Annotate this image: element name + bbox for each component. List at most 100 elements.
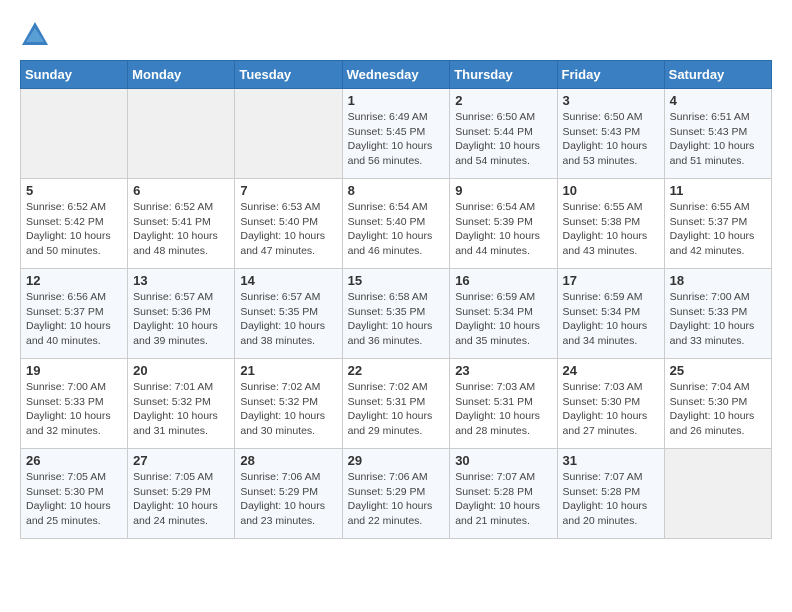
day-info: Sunrise: 7:03 AM Sunset: 5:31 PM Dayligh… — [455, 380, 551, 439]
calendar-cell: 27 Sunrise: 7:05 AM Sunset: 5:29 PM Dayli… — [128, 449, 235, 539]
day-info: Sunrise: 7:07 AM Sunset: 5:28 PM Dayligh… — [455, 470, 551, 529]
day-number: 2 — [455, 93, 551, 108]
week-row-4: 19 Sunrise: 7:00 AM Sunset: 5:33 PM Dayli… — [21, 359, 772, 449]
calendar-cell: 12 Sunrise: 6:56 AM Sunset: 5:37 PM Dayli… — [21, 269, 128, 359]
day-number: 14 — [240, 273, 336, 288]
calendar-cell: 24 Sunrise: 7:03 AM Sunset: 5:30 PM Dayli… — [557, 359, 664, 449]
week-row-2: 5 Sunrise: 6:52 AM Sunset: 5:42 PM Daylig… — [21, 179, 772, 269]
day-info: Sunrise: 6:54 AM Sunset: 5:40 PM Dayligh… — [348, 200, 445, 259]
calendar-cell: 19 Sunrise: 7:00 AM Sunset: 5:33 PM Dayli… — [21, 359, 128, 449]
day-number: 19 — [26, 363, 122, 378]
week-row-5: 26Sunrise: 7:05 AM Sunset: 5:30 PM Dayli… — [21, 449, 772, 539]
day-info: Sunrise: 7:00 AM Sunset: 5:33 PM Dayligh… — [26, 380, 122, 439]
day-info: Sunrise: 6:51 AM Sunset: 5:43 PM Dayligh… — [670, 110, 766, 169]
calendar-cell: 10 Sunrise: 6:55 AM Sunset: 5:38 PM Dayli… — [557, 179, 664, 269]
calendar-cell: 26Sunrise: 7:05 AM Sunset: 5:30 PM Dayli… — [21, 449, 128, 539]
calendar-cell: 6 Sunrise: 6:52 AM Sunset: 5:41 PM Daylig… — [128, 179, 235, 269]
day-info: Sunrise: 6:49 AM Sunset: 5:45 PM Dayligh… — [348, 110, 445, 169]
calendar-cell: 30 Sunrise: 7:07 AM Sunset: 5:28 PM Dayli… — [450, 449, 557, 539]
day-info: Sunrise: 6:53 AM Sunset: 5:40 PM Dayligh… — [240, 200, 336, 259]
weekday-header-saturday: Saturday — [664, 61, 771, 89]
day-info: Sunrise: 6:52 AM Sunset: 5:42 PM Dayligh… — [26, 200, 122, 259]
calendar-table: SundayMondayTuesdayWednesdayThursdayFrid… — [20, 60, 772, 539]
day-info: Sunrise: 7:00 AM Sunset: 5:33 PM Dayligh… — [670, 290, 766, 349]
day-number: 10 — [563, 183, 659, 198]
week-row-3: 12 Sunrise: 6:56 AM Sunset: 5:37 PM Dayli… — [21, 269, 772, 359]
day-number: 17 — [563, 273, 659, 288]
day-number: 25 — [670, 363, 766, 378]
day-number: 31 — [563, 453, 659, 468]
day-info: Sunrise: 7:07 AM Sunset: 5:28 PM Dayligh… — [563, 470, 659, 529]
day-number: 22 — [348, 363, 445, 378]
day-info: Sunrise: 7:04 AM Sunset: 5:30 PM Dayligh… — [670, 380, 766, 439]
day-info: Sunrise: 6:57 AM Sunset: 5:36 PM Dayligh… — [133, 290, 229, 349]
calendar-cell: 3Sunrise: 6:50 AM Sunset: 5:43 PM Daylig… — [557, 89, 664, 179]
day-info: Sunrise: 6:59 AM Sunset: 5:34 PM Dayligh… — [455, 290, 551, 349]
day-number: 11 — [670, 183, 766, 198]
calendar-cell — [128, 89, 235, 179]
calendar-cell: 25 Sunrise: 7:04 AM Sunset: 5:30 PM Dayli… — [664, 359, 771, 449]
day-info: Sunrise: 6:55 AM Sunset: 5:38 PM Dayligh… — [563, 200, 659, 259]
weekday-header-row: SundayMondayTuesdayWednesdayThursdayFrid… — [21, 61, 772, 89]
day-number: 9 — [455, 183, 551, 198]
day-number: 8 — [348, 183, 445, 198]
day-info: Sunrise: 7:03 AM Sunset: 5:30 PM Dayligh… — [563, 380, 659, 439]
weekday-header-monday: Monday — [128, 61, 235, 89]
calendar-cell: 22 Sunrise: 7:02 AM Sunset: 5:31 PM Dayli… — [342, 359, 450, 449]
calendar-cell: 15 Sunrise: 6:58 AM Sunset: 5:35 PM Dayli… — [342, 269, 450, 359]
calendar-cell: 17Sunrise: 6:59 AM Sunset: 5:34 PM Dayli… — [557, 269, 664, 359]
day-number: 27 — [133, 453, 229, 468]
calendar-cell: 4 Sunrise: 6:51 AM Sunset: 5:43 PM Daylig… — [664, 89, 771, 179]
day-info: Sunrise: 6:54 AM Sunset: 5:39 PM Dayligh… — [455, 200, 551, 259]
calendar-cell: 8 Sunrise: 6:54 AM Sunset: 5:40 PM Daylig… — [342, 179, 450, 269]
calendar-cell: 16 Sunrise: 6:59 AM Sunset: 5:34 PM Dayli… — [450, 269, 557, 359]
day-number: 5 — [26, 183, 122, 198]
day-number: 12 — [26, 273, 122, 288]
calendar-cell: 29Sunrise: 7:06 AM Sunset: 5:29 PM Dayli… — [342, 449, 450, 539]
day-info: Sunrise: 7:01 AM Sunset: 5:32 PM Dayligh… — [133, 380, 229, 439]
calendar-cell: 23Sunrise: 7:03 AM Sunset: 5:31 PM Dayli… — [450, 359, 557, 449]
calendar-cell: 14 Sunrise: 6:57 AM Sunset: 5:35 PM Dayli… — [235, 269, 342, 359]
calendar-cell: 7 Sunrise: 6:53 AM Sunset: 5:40 PM Daylig… — [235, 179, 342, 269]
day-info: Sunrise: 6:52 AM Sunset: 5:41 PM Dayligh… — [133, 200, 229, 259]
weekday-header-tuesday: Tuesday — [235, 61, 342, 89]
calendar-cell: 1Sunrise: 6:49 AM Sunset: 5:45 PM Daylig… — [342, 89, 450, 179]
calendar-cell: 31 Sunrise: 7:07 AM Sunset: 5:28 PM Dayli… — [557, 449, 664, 539]
logo — [20, 20, 54, 50]
calendar-cell — [664, 449, 771, 539]
day-info: Sunrise: 6:58 AM Sunset: 5:35 PM Dayligh… — [348, 290, 445, 349]
weekday-header-sunday: Sunday — [21, 61, 128, 89]
calendar-cell: 18 Sunrise: 7:00 AM Sunset: 5:33 PM Dayli… — [664, 269, 771, 359]
day-number: 6 — [133, 183, 229, 198]
day-info: Sunrise: 7:02 AM Sunset: 5:31 PM Dayligh… — [348, 380, 445, 439]
day-info: Sunrise: 7:02 AM Sunset: 5:32 PM Dayligh… — [240, 380, 336, 439]
calendar-cell: 2 Sunrise: 6:50 AM Sunset: 5:44 PM Daylig… — [450, 89, 557, 179]
weekday-header-wednesday: Wednesday — [342, 61, 450, 89]
day-number: 24 — [563, 363, 659, 378]
day-info: Sunrise: 7:06 AM Sunset: 5:29 PM Dayligh… — [240, 470, 336, 529]
calendar-cell — [21, 89, 128, 179]
day-number: 28 — [240, 453, 336, 468]
day-number: 26 — [26, 453, 122, 468]
logo-icon — [20, 20, 50, 50]
day-number: 15 — [348, 273, 445, 288]
week-row-1: 1Sunrise: 6:49 AM Sunset: 5:45 PM Daylig… — [21, 89, 772, 179]
day-info: Sunrise: 6:57 AM Sunset: 5:35 PM Dayligh… — [240, 290, 336, 349]
day-number: 13 — [133, 273, 229, 288]
day-info: Sunrise: 6:50 AM Sunset: 5:43 PM Dayligh… — [563, 110, 659, 169]
weekday-header-thursday: Thursday — [450, 61, 557, 89]
calendar-cell: 20Sunrise: 7:01 AM Sunset: 5:32 PM Dayli… — [128, 359, 235, 449]
calendar-cell: 13 Sunrise: 6:57 AM Sunset: 5:36 PM Dayli… — [128, 269, 235, 359]
day-number: 18 — [670, 273, 766, 288]
day-number: 16 — [455, 273, 551, 288]
day-number: 4 — [670, 93, 766, 108]
calendar-cell: 9 Sunrise: 6:54 AM Sunset: 5:39 PM Daylig… — [450, 179, 557, 269]
page-header — [20, 20, 772, 50]
day-info: Sunrise: 6:50 AM Sunset: 5:44 PM Dayligh… — [455, 110, 551, 169]
day-info: Sunrise: 6:56 AM Sunset: 5:37 PM Dayligh… — [26, 290, 122, 349]
day-info: Sunrise: 7:05 AM Sunset: 5:29 PM Dayligh… — [133, 470, 229, 529]
day-info: Sunrise: 6:55 AM Sunset: 5:37 PM Dayligh… — [670, 200, 766, 259]
day-number: 30 — [455, 453, 551, 468]
day-number: 7 — [240, 183, 336, 198]
calendar-cell: 11 Sunrise: 6:55 AM Sunset: 5:37 PM Dayli… — [664, 179, 771, 269]
